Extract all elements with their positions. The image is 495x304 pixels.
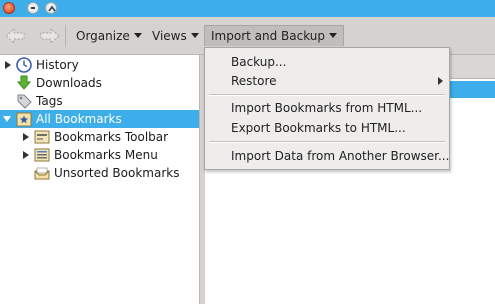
menu-item-label: Import Data from Another Browser... — [231, 149, 450, 163]
close-window-icon[interactable] — [3, 2, 15, 14]
tag-icon — [16, 93, 32, 109]
tree-item-bookmarks-toolbar[interactable]: Bookmarks Toolbar — [0, 128, 199, 146]
tree-item-label: All Bookmarks — [36, 112, 122, 126]
tree-item-history[interactable]: History — [0, 56, 199, 74]
tree-item-label: Downloads — [36, 76, 102, 90]
unsorted-folder-icon — [34, 165, 50, 181]
menu-item-label: Import Bookmarks from HTML... — [231, 101, 423, 115]
menu-folder-icon — [34, 147, 50, 163]
collapse-arrow-icon[interactable] — [3, 116, 11, 122]
menu-separator — [209, 141, 445, 143]
toolbar-separator — [65, 25, 66, 47]
tree-item-unsorted-bookmarks[interactable]: Unsorted Bookmarks — [0, 164, 199, 182]
title-bar — [0, 0, 495, 17]
submenu-arrow-icon — [438, 77, 443, 85]
tree-item-label: Tags — [36, 94, 63, 108]
import-backup-dropdown: Backup... Restore Import Bookmarks from … — [204, 47, 450, 170]
menu-item-backup[interactable]: Backup... — [205, 53, 449, 71]
expand-arrow-icon[interactable] — [23, 133, 29, 141]
toolbar-folder-icon — [34, 129, 50, 145]
menu-item-label: Backup... — [231, 55, 287, 69]
tree-item-label: Bookmarks Menu — [54, 148, 158, 162]
import-backup-label: Import and Backup — [211, 29, 326, 43]
library-window: Organize Views Import and Backup History — [0, 0, 495, 304]
menu-item-restore[interactable]: Restore — [205, 72, 449, 90]
views-menu-button[interactable]: Views — [148, 26, 203, 46]
menu-item-label: Restore — [231, 74, 277, 88]
menu-item-import-other-browser[interactable]: Import Data from Another Browser... — [205, 147, 449, 165]
views-label: Views — [152, 29, 187, 43]
import-backup-menu-button[interactable]: Import and Backup — [204, 25, 345, 46]
minimize-window-icon[interactable] — [27, 2, 39, 14]
menu-item-label: Export Bookmarks to HTML... — [231, 121, 406, 135]
tree-item-label: Unsorted Bookmarks — [54, 166, 180, 180]
forward-arrow-icon[interactable] — [37, 27, 61, 45]
tree-item-downloads[interactable]: Downloads — [0, 74, 199, 92]
organize-label: Organize — [76, 29, 130, 43]
back-arrow-icon[interactable] — [4, 27, 28, 45]
tree-item-bookmarks-menu[interactable]: Bookmarks Menu — [0, 146, 199, 164]
clock-icon — [16, 57, 32, 73]
chevron-down-icon — [190, 33, 199, 38]
chevron-down-icon — [329, 33, 338, 38]
expand-arrow-icon[interactable] — [5, 61, 11, 69]
menu-item-import-html[interactable]: Import Bookmarks from HTML... — [205, 99, 449, 117]
download-arrow-icon — [16, 75, 32, 91]
tree-item-label: History — [36, 58, 79, 72]
menu-separator — [209, 94, 445, 96]
places-tree: History Downloads Tags All Bookmarks Boo… — [0, 55, 199, 304]
maximize-window-icon[interactable] — [45, 2, 57, 14]
tree-item-label: Bookmarks Toolbar — [54, 130, 169, 144]
chevron-down-icon — [133, 33, 142, 38]
tree-item-all-bookmarks[interactable]: All Bookmarks — [0, 110, 199, 128]
organize-menu-button[interactable]: Organize — [72, 26, 146, 46]
expand-arrow-icon[interactable] — [23, 151, 29, 159]
tree-item-tags[interactable]: Tags — [0, 92, 199, 110]
menu-item-export-html[interactable]: Export Bookmarks to HTML... — [205, 119, 449, 137]
star-folder-icon — [16, 111, 32, 127]
